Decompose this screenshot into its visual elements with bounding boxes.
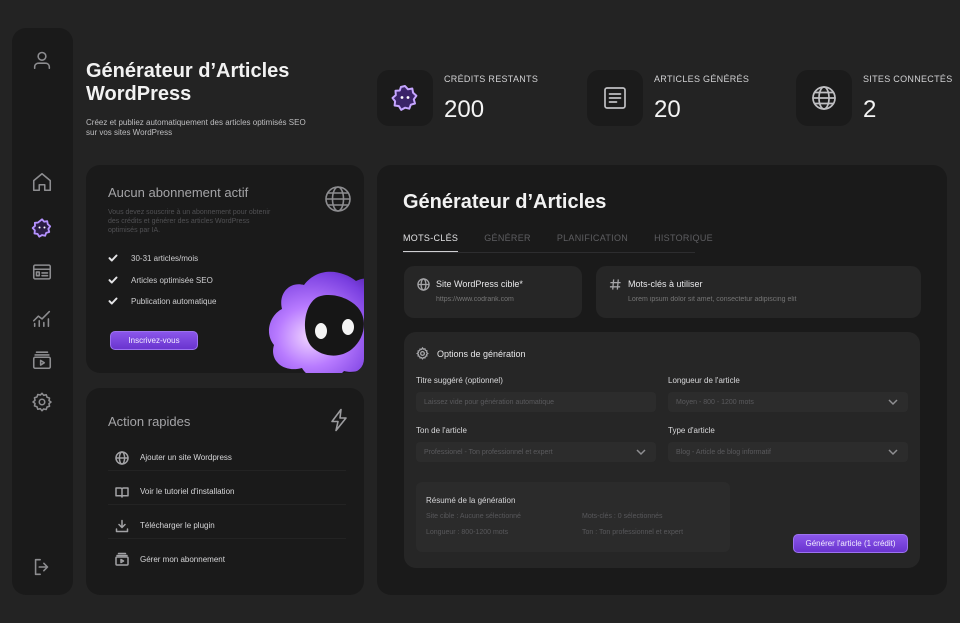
sparkle-badge-icon xyxy=(377,70,433,126)
subscription-description: Vous devez souscrire à un abonnement pou… xyxy=(108,209,271,234)
globe-icon xyxy=(416,277,430,291)
tab-historique[interactable]: HISTORIQUE xyxy=(654,233,713,252)
quick-actions-card: Action rapides Ajouter un site Wordpress… xyxy=(86,388,364,595)
generator-title: Générateur d’Articles xyxy=(403,191,607,213)
stat-label: ARTICLES GÉNÉRÉS xyxy=(654,74,750,84)
summary-tone: Ton : Ton professionnel et expert xyxy=(582,529,684,536)
check-icon xyxy=(108,253,120,263)
summary-title: Résumé de la génération xyxy=(426,496,516,505)
type-label: Type d'article xyxy=(668,426,715,435)
generator-card: Générateur d’Articles MOTS-CLÉS GÉNÉRER … xyxy=(377,165,947,595)
site-field: Site WordPress cible* xyxy=(404,266,582,318)
generate-article-button[interactable]: Générer l'article (1 crédit) xyxy=(793,534,908,553)
media-icon[interactable] xyxy=(30,348,54,372)
options-header: Options de génération xyxy=(416,347,526,360)
mascot-illustration xyxy=(264,263,364,373)
summary-length: Longueur : 800-1200 mots xyxy=(426,529,509,536)
logout-icon[interactable] xyxy=(30,555,54,579)
hashtag-icon xyxy=(608,277,622,291)
quick-action-manage-subscription[interactable]: Gérer mon abonnement xyxy=(108,546,346,572)
length-select[interactable]: Moyen - 800 - 1200 mots xyxy=(668,392,908,412)
tab-mots-cles[interactable]: MOTS-CLÉS xyxy=(403,233,459,252)
quick-action-tutorial[interactable]: Voir le tutoriel d'installation xyxy=(108,479,346,505)
download-icon xyxy=(114,518,130,534)
type-value: Blog - Article de blog informatif xyxy=(676,448,771,456)
title-suggested-input[interactable]: Laissez vide pour génération automatique xyxy=(416,392,656,412)
stat-value: 20 xyxy=(654,96,681,123)
site-input[interactable] xyxy=(436,296,576,303)
analytics-icon[interactable] xyxy=(30,306,54,330)
settings-icon[interactable] xyxy=(30,390,54,414)
options-title: Options de génération xyxy=(437,348,526,359)
title-suggested-label: Titre suggéré (optionnel) xyxy=(416,376,503,385)
feature-label: Articles optimisée SEO xyxy=(131,275,213,285)
quick-action-label: Voir le tutoriel d'installation xyxy=(140,487,235,496)
stat-label: CRÉDITS RESTANTS xyxy=(444,74,539,84)
summary-site: Site cible : Aucune sélectionné xyxy=(426,513,521,520)
layout-icon[interactable] xyxy=(30,260,54,284)
tab-generer[interactable]: GÉNÉRER xyxy=(484,233,531,252)
globe-icon xyxy=(114,450,130,466)
quick-action-label: Télécharger le plugin xyxy=(140,521,215,530)
generator-tabs: MOTS-CLÉS GÉNÉRER PLANIFICATION HISTORIQ… xyxy=(403,233,739,252)
tab-planification[interactable]: PLANIFICATION xyxy=(557,233,628,252)
globe-icon xyxy=(796,70,852,126)
subscription-title: Aucun abonnement actif xyxy=(108,185,249,200)
globe-icon xyxy=(323,184,353,214)
type-select[interactable]: Blog - Article de blog informatif xyxy=(668,442,908,462)
length-label: Longueur de l'article xyxy=(668,376,740,385)
quick-action-add-site[interactable]: Ajouter un site Wordpress xyxy=(108,445,346,471)
subscription-card: Aucun abonnement actif Vous devez souscr… xyxy=(86,165,364,373)
subscribe-button[interactable]: Inscrivez-vous xyxy=(110,331,198,350)
stat-value: 2 xyxy=(863,96,877,123)
tone-label: Ton de l'article xyxy=(416,426,467,435)
feature-label: 30-31 articles/mois xyxy=(131,253,199,263)
generation-options: Options de génération Titre suggéré (opt… xyxy=(404,332,920,568)
chevron-down-icon xyxy=(636,448,646,456)
keywords-input[interactable] xyxy=(628,296,908,303)
check-icon xyxy=(108,296,120,306)
stat-label: SITES CONNECTÉS xyxy=(863,74,953,84)
lightning-icon xyxy=(330,408,348,432)
quick-actions-title: Action rapides xyxy=(108,414,191,429)
page-subtitle: Créez et publiez automatiquement des art… xyxy=(86,118,306,137)
subscription-icon xyxy=(114,551,130,567)
feature-item: Publication automatique xyxy=(108,296,216,306)
user-icon[interactable] xyxy=(30,48,54,72)
chevron-down-icon xyxy=(888,448,898,456)
feature-item: Articles optimisée SEO xyxy=(108,275,213,285)
check-icon xyxy=(108,275,120,285)
feature-label: Publication automatique xyxy=(131,296,217,306)
summary-keywords: Mots-clés : 0 sélectionnés xyxy=(582,513,663,520)
feature-item: 30-31 articles/mois xyxy=(108,253,198,263)
tone-select[interactable]: Professionel - Ton professionnel et expe… xyxy=(416,442,656,462)
page-title: Générateur d’Articles WordPress xyxy=(86,60,290,105)
book-icon xyxy=(114,484,130,500)
home-icon[interactable] xyxy=(30,170,54,194)
stat-value: 200 xyxy=(444,96,485,123)
sidebar xyxy=(12,28,73,595)
generation-summary: Résumé de la génération Site cible : Auc… xyxy=(416,482,730,552)
quick-action-label: Gérer mon abonnement xyxy=(140,554,225,564)
quick-action-label: Ajouter un site Wordpress xyxy=(140,453,232,462)
article-icon xyxy=(587,70,643,126)
keywords-field: Mots-clés à utiliser xyxy=(596,266,921,318)
quick-action-download-plugin[interactable]: Télécharger le plugin xyxy=(108,513,346,539)
tone-value: Professionel - Ton professionnel et expe… xyxy=(424,448,553,456)
ai-generator-icon[interactable] xyxy=(30,216,54,240)
chevron-down-icon xyxy=(888,398,898,406)
length-value: Moyen - 800 - 1200 mots xyxy=(676,398,754,406)
settings-icon xyxy=(416,347,429,360)
keywords-field-label: Mots-clés à utiliser xyxy=(628,279,703,289)
site-field-label: Site WordPress cible* xyxy=(436,279,523,289)
tabs-divider xyxy=(403,252,695,253)
